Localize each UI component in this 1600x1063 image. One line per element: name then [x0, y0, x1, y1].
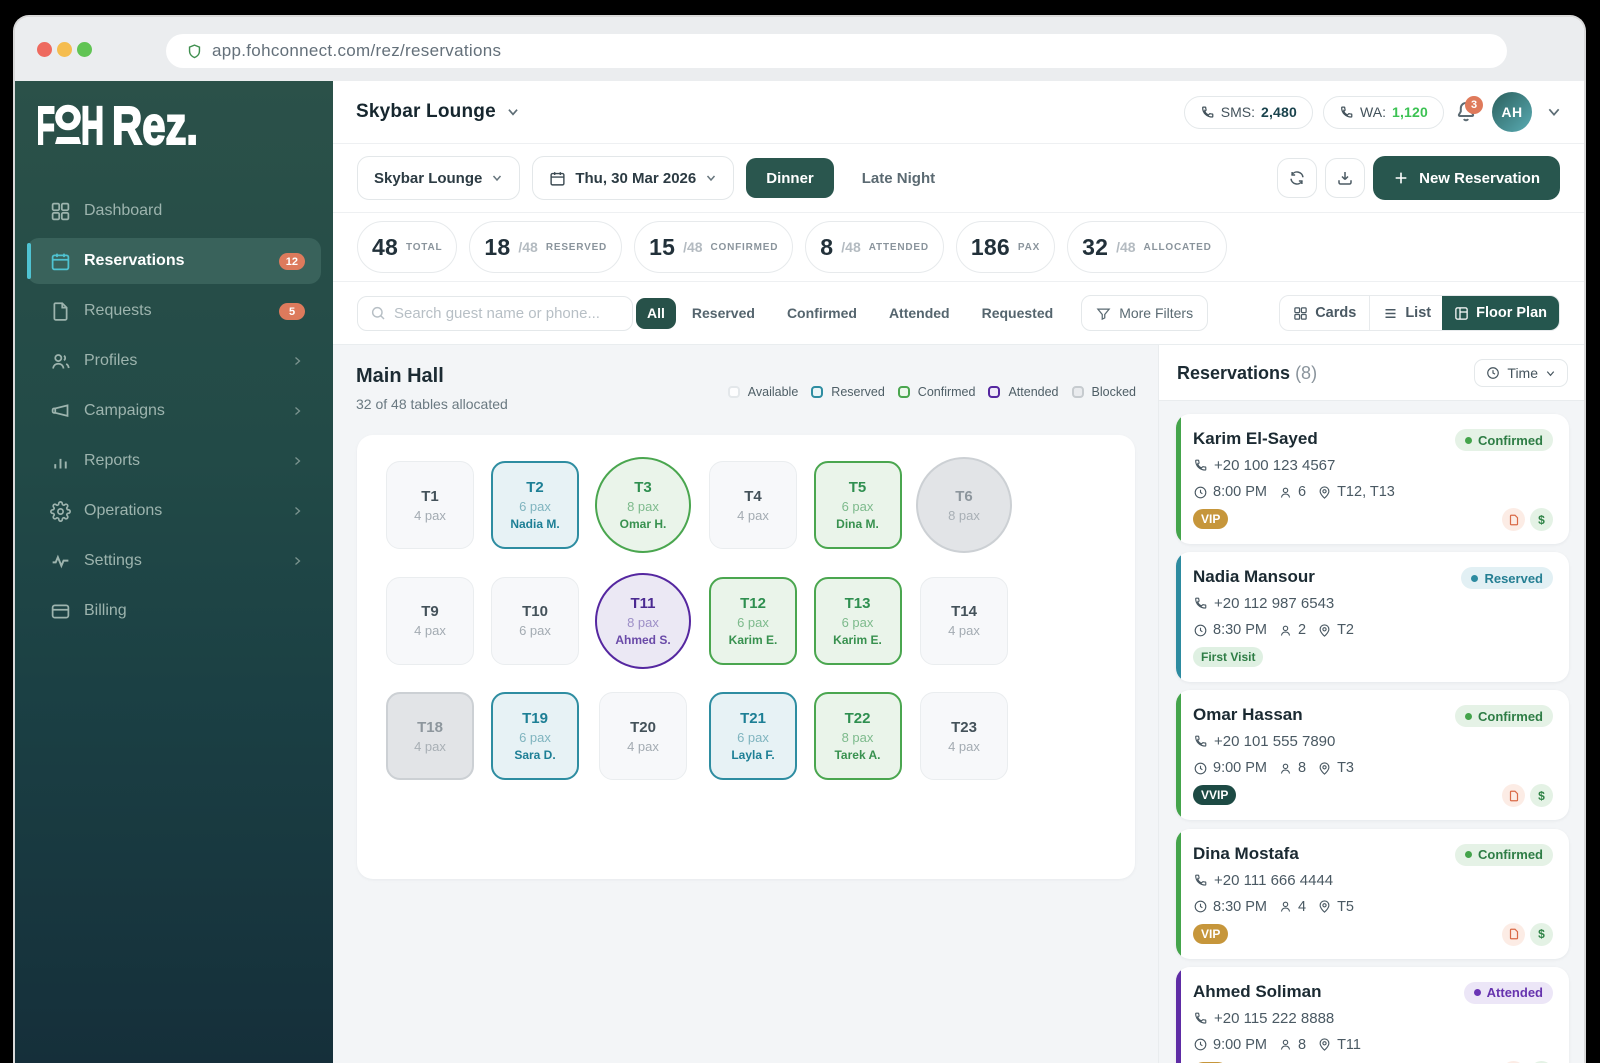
- svg-text:H: H: [81, 104, 104, 150]
- svg-text:Rez.: Rez.: [112, 104, 198, 150]
- svg-text:F: F: [38, 104, 55, 150]
